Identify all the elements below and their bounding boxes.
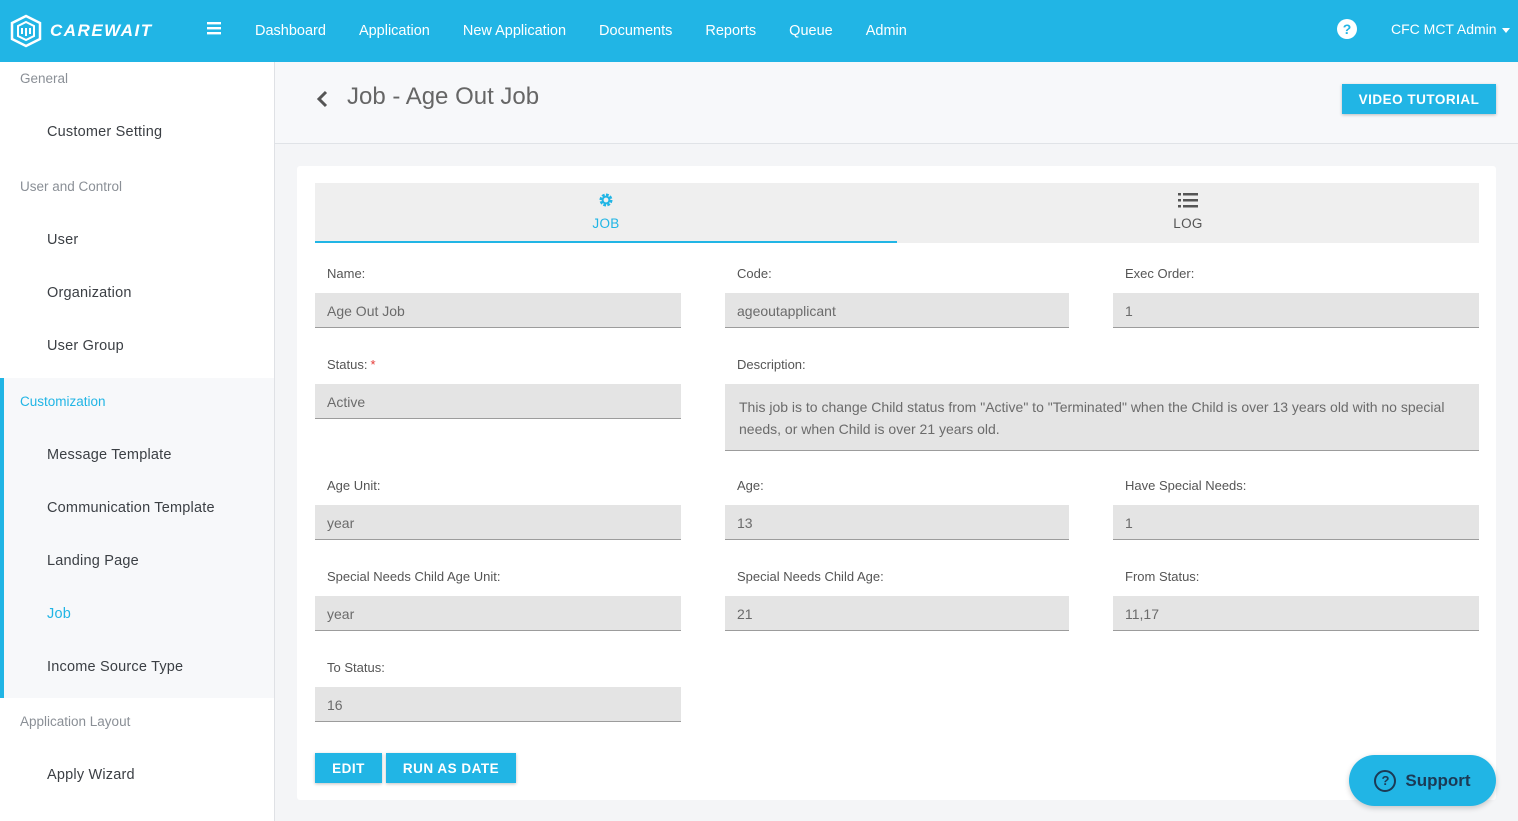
nav-admin[interactable]: Admin <box>866 23 907 39</box>
nav-reports[interactable]: Reports <box>705 23 756 39</box>
caret-down-icon <box>1501 27 1510 33</box>
support-button[interactable]: ? Support <box>1349 755 1496 806</box>
sidebar-section-general[interactable]: General <box>20 71 68 86</box>
age-field[interactable]: 13 <box>725 505 1069 540</box>
nav-dashboard[interactable]: Dashboard <box>255 23 326 39</box>
from-status-field[interactable]: 11,17 <box>1113 596 1479 631</box>
to-status-field[interactable]: 16 <box>315 687 681 722</box>
user-name: CFC MCT Admin <box>1391 21 1497 37</box>
sidebar-item-apply-wizard[interactable]: Apply Wizard <box>47 767 135 783</box>
sidebar-item-organization[interactable]: Organization <box>47 285 132 301</box>
status-label: Status: * <box>327 357 376 372</box>
support-label: Support <box>1405 770 1471 790</box>
have-special-needs-field[interactable]: 1 <box>1113 505 1479 540</box>
code-label: Code: <box>737 266 772 281</box>
required-marker: * <box>370 357 376 372</box>
sidebar-item-message-template[interactable]: Message Template <box>47 447 172 463</box>
tab-log-label: LOG <box>1173 216 1203 231</box>
carewait-logo-icon <box>10 14 42 48</box>
sidebar-item-job[interactable]: Job <box>47 606 71 622</box>
from-status-label: From Status: <box>1125 569 1200 584</box>
exec-order-field[interactable]: 1 <box>1113 293 1479 328</box>
tab-job[interactable]: JOB <box>315 183 897 243</box>
main-nav: Dashboard Application New Application Do… <box>255 0 940 62</box>
run-as-date-button[interactable]: RUN AS DATE <box>386 753 516 783</box>
nav-new-application[interactable]: New Application <box>463 23 566 39</box>
to-status-label: To Status: <box>327 660 385 675</box>
sidebar-section-customization[interactable]: Customization <box>20 394 106 409</box>
sidebar: General Customer Setting User and Contro… <box>0 62 275 821</box>
gear-icon <box>599 193 613 207</box>
sidebar-item-income-source-type[interactable]: Income Source Type <box>47 659 183 675</box>
special-needs-age-unit-field[interactable]: year <box>315 596 681 631</box>
sidebar-item-user[interactable]: User <box>47 232 78 248</box>
sidebar-item-communication-template[interactable]: Communication Template <box>47 500 215 516</box>
code-field[interactable]: ageoutapplicant <box>725 293 1069 328</box>
description-field[interactable]: This job is to change Child status from … <box>725 384 1479 451</box>
page-title: Job - Age Out Job <box>347 83 540 110</box>
sidebar-item-landing-page[interactable]: Landing Page <box>47 553 139 569</box>
user-menu[interactable]: CFC MCT Admin <box>1391 21 1510 37</box>
sidebar-section-application-layout[interactable]: Application Layout <box>20 714 130 729</box>
nav-queue[interactable]: Queue <box>789 23 833 39</box>
help-circle-icon: ? <box>1374 769 1397 792</box>
exec-order-label: Exec Order: <box>1125 266 1195 281</box>
video-tutorial-button[interactable]: VIDEO TUTORIAL <box>1342 84 1496 114</box>
special-needs-age-unit-label: Special Needs Child Age Unit: <box>327 569 501 584</box>
age-unit-label: Age Unit: <box>327 478 381 493</box>
age-label: Age: <box>737 478 764 493</box>
back-chevron-icon[interactable] <box>313 89 333 109</box>
nav-documents[interactable]: Documents <box>599 23 672 39</box>
tab-log[interactable]: LOG <box>897 183 1479 243</box>
have-special-needs-label: Have Special Needs: <box>1125 478 1247 493</box>
logo-text: CAREWAIT <box>50 21 153 40</box>
sidebar-section-user-and-control[interactable]: User and Control <box>20 179 122 194</box>
nav-application[interactable]: Application <box>359 23 430 39</box>
list-icon <box>1178 193 1198 208</box>
carewait-logo[interactable]: CAREWAIT <box>10 13 153 49</box>
tab-job-label: JOB <box>592 216 620 231</box>
special-needs-age-field[interactable]: 21 <box>725 596 1069 631</box>
special-needs-age-label: Special Needs Child Age: <box>737 569 884 584</box>
sidebar-item-user-group[interactable]: User Group <box>47 338 124 354</box>
status-field[interactable]: Active <box>315 384 681 419</box>
description-label: Description: <box>737 357 806 372</box>
sidebar-active-section <box>0 378 274 698</box>
page-header: Job - Age Out Job <box>275 62 1518 144</box>
name-label: Name: <box>327 266 366 281</box>
age-unit-field[interactable]: year <box>315 505 681 540</box>
help-icon[interactable]: ? <box>1337 19 1357 39</box>
name-field[interactable]: Age Out Job <box>315 293 681 328</box>
sidebar-item-customer-setting[interactable]: Customer Setting <box>47 124 162 140</box>
menu-icon[interactable] <box>205 19 223 37</box>
edit-button[interactable]: EDIT <box>315 753 382 783</box>
status-label-text: Status: <box>327 357 368 372</box>
top-navbar: CAREWAIT Dashboard Application New Appli… <box>0 0 1518 62</box>
